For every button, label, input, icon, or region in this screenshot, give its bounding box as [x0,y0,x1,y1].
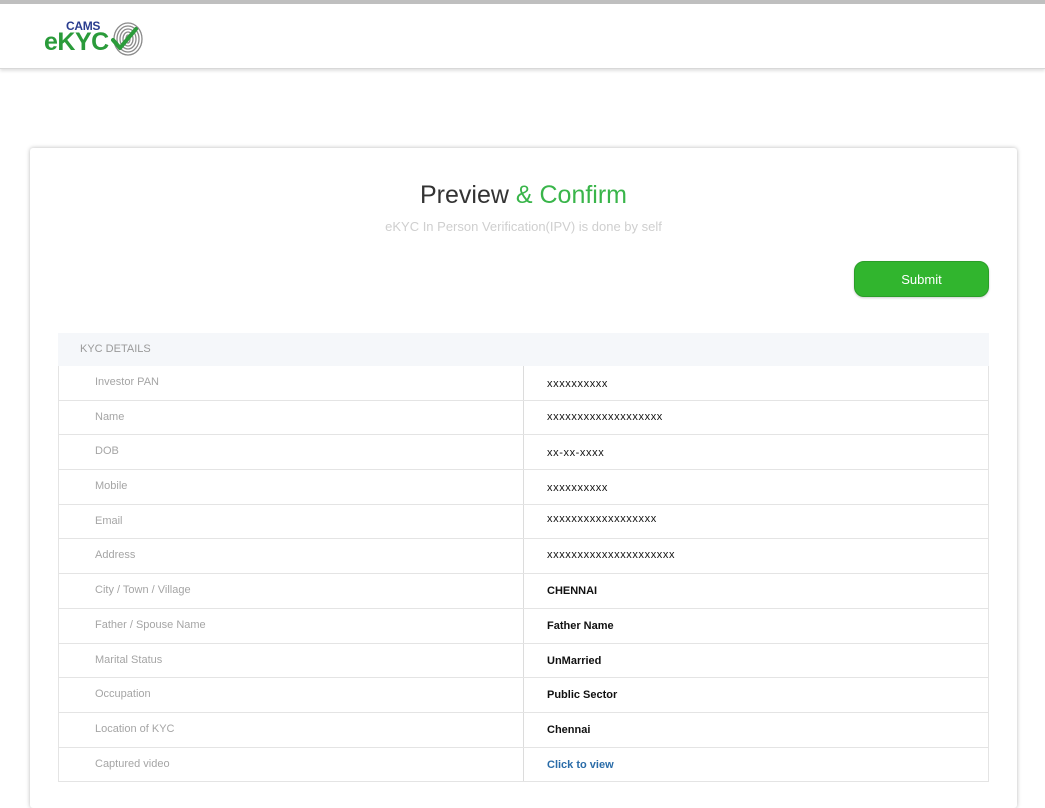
row-label: City / Town / Village [58,574,524,608]
row-value: xxxxxxxxxxxxxxxxxx [524,504,989,539]
row-value: CHENNAI [524,574,989,608]
title-confirm: & Confirm [515,181,627,209]
row-value: Chennai [524,712,989,747]
fingerprint-check-icon [111,22,143,56]
row-label: Father / Spouse Name [58,608,524,643]
submit-button[interactable]: Submit [854,261,989,297]
row-value: xx-xx-xxxx [524,435,989,470]
preview-confirm-card: Preview & Confirm eKYC In Person Verific… [30,148,1017,808]
table-row: Mobile xxxxxxxxxx [58,470,989,505]
click-to-view-link[interactable]: Click to view [524,747,989,782]
table-row: Marital Status UnMarried [58,643,989,679]
row-label: Address [58,539,524,574]
row-value: UnMarried [524,643,989,678]
table-row: City / Town / Village CHENNAI [58,574,989,609]
row-label: Captured video [58,747,524,782]
row-value: xxxxxxxxxxxxxxxxxxx [524,400,989,435]
row-value: Father Name [524,608,989,643]
table-row: Name xxxxxxxxxxxxxxxxxxx [58,400,989,436]
top-header: CAMS eKYC [0,0,1045,69]
row-value: Public Sector [524,678,989,712]
table-row: Father / Spouse Name Father Name [58,608,989,644]
row-value: xxxxxxxxxxxxxxxxxxxxx [524,539,989,574]
kyc-details-header: KYC DETAILS [58,333,989,366]
row-label: Location of KYC [58,712,524,747]
row-label: Marital Status [58,643,524,678]
table-row: Address xxxxxxxxxxxxxxxxxxxxx [58,539,989,575]
table-row: Occupation Public Sector [58,678,989,713]
row-label: Name [58,400,524,435]
table-row: Location of KYC Chennai [58,712,989,748]
table-row: DOB xx-xx-xxxx [58,435,989,471]
row-label: Investor PAN [58,366,524,400]
row-label: Email [58,504,524,539]
kyc-details-table: Investor PAN xxxxxxxxxx Name xxxxxxxxxxx… [58,366,989,783]
row-value: xxxxxxxxxx [524,366,989,400]
title-preview: Preview [419,181,516,209]
page-title: Preview & Confirm [30,181,1017,210]
page-subtitle: eKYC In Person Verification(IPV) is done… [385,219,662,234]
table-row: Captured video Click to view [58,747,989,783]
row-label: Mobile [58,470,524,504]
table-row: Email xxxxxxxxxxxxxxxxxx [58,504,989,540]
logo-ekyc-text: eKYC [44,28,109,56]
row-label: Occupation [58,678,524,712]
row-label: DOB [58,435,524,470]
table-row: Investor PAN xxxxxxxxxx [58,366,989,401]
cams-ekyc-logo[interactable]: CAMS eKYC [44,16,146,60]
row-value: xxxxxxxxxx [524,470,989,504]
